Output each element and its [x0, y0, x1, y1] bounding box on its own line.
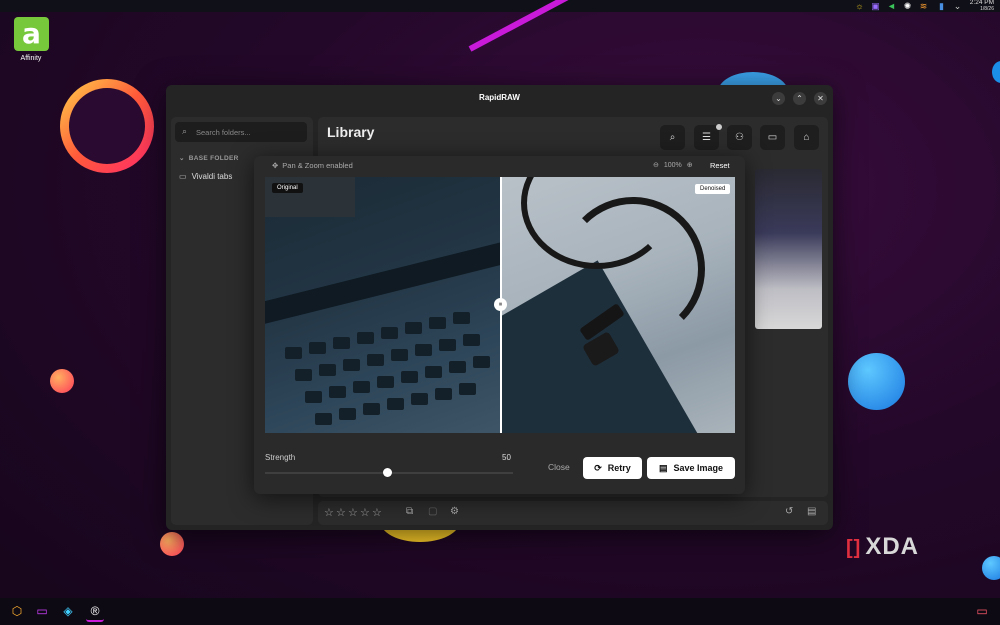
copy-icon[interactable]: ⧉ — [406, 506, 413, 517]
wallpaper-orange-ring — [60, 79, 154, 173]
taskbar: ⬡ ▭ ◈ ® ▭ — [0, 598, 1000, 625]
battery-icon[interactable]: ▮ — [936, 1, 947, 11]
compare-handle[interactable]: ⏸ — [494, 298, 507, 311]
window-title: RapidRAW — [479, 93, 520, 102]
clock[interactable]: 2:24 PM 1/8/26 — [970, 0, 994, 12]
move-icon: ✥ — [272, 161, 279, 170]
stacks-app-icon[interactable]: ◈ — [59, 602, 77, 620]
affinity-logo-icon: a — [22, 17, 41, 50]
zoom-in-icon[interactable]: ⊕ — [687, 162, 693, 169]
zoom-out-icon[interactable]: ⊖ — [653, 162, 659, 169]
home-icon[interactable]: ⌂ — [794, 125, 819, 150]
rapidraw-taskbar-icon[interactable]: ® — [86, 602, 104, 622]
star-icon[interactable]: ☆ — [360, 506, 370, 519]
wallpaper-blue-dot-top — [992, 61, 1000, 83]
denoised-tag: Denoised — [695, 184, 731, 194]
original-image-pane[interactable]: Original — [265, 177, 501, 433]
sun-icon[interactable]: ☼ — [854, 1, 865, 11]
volume-icon[interactable]: ◄ — [886, 1, 897, 11]
folder-icon: ▭ — [179, 172, 187, 181]
search-folders-field[interactable]: ⌕ Search folders... — [175, 122, 307, 142]
wallpaper-blue-dot — [982, 556, 1000, 580]
search-icon[interactable]: ⌕ — [660, 125, 685, 150]
clipboard-icon[interactable]: ▣ — [870, 1, 881, 11]
strength-value: 50 — [502, 453, 511, 462]
base-folder-label: BASE FOLDER — [188, 155, 239, 162]
image-thumbnail[interactable] — [755, 169, 822, 329]
floppy-icon: ▤ — [658, 462, 668, 473]
base-folder-header[interactable]: ⌄ BASE FOLDER — [179, 154, 239, 162]
affinity-desktop-icon[interactable]: a — [14, 17, 49, 51]
chevron-down-icon[interactable]: ⌄ — [952, 1, 963, 11]
notification-dot — [716, 124, 722, 130]
close-icon[interactable]: ✕ — [814, 92, 827, 105]
pan-zoom-status: ✥ Pan & Zoom enabled — [272, 161, 353, 170]
star-icon[interactable]: ☆ — [336, 506, 346, 519]
affinity-desktop-label: Affinity — [20, 55, 42, 62]
brightness-icon[interactable]: ✺ — [902, 1, 913, 11]
refresh-icon: ⟳ — [594, 462, 602, 473]
zoom-level: 100% — [663, 162, 682, 169]
star-icon[interactable]: ☆ — [348, 506, 358, 519]
pause-icon: ⏸ — [498, 301, 503, 308]
denoise-modal: ✥ Pan & Zoom enabled ⊖ 100% ⊕ Reset Origina… — [254, 156, 745, 494]
chevron-down-icon: ⌄ — [179, 155, 185, 162]
strength-slider-handle[interactable] — [383, 468, 392, 477]
save-image-button[interactable]: ▤ Save Image — [647, 457, 735, 479]
star-icon[interactable]: ☆ — [324, 506, 334, 519]
minimize-icon[interactable]: ⌄ — [772, 92, 785, 105]
system-top-bar: ☼ ▣ ◄ ✺ ≋ ▮ ⌄ 2:24 PM 1/8/26 — [0, 0, 1000, 12]
strength-label: Strength — [265, 453, 296, 462]
pan-zoom-label: Pan & Zoom enabled — [282, 161, 353, 170]
file-manager-icon[interactable]: ▭ — [33, 602, 51, 620]
zoom-controls: ⊖ 100% ⊕ — [653, 161, 693, 169]
people-icon[interactable]: ⚇ — [727, 125, 752, 150]
xda-watermark: [] XDA — [846, 533, 919, 561]
save-image-label: Save Image — [673, 463, 724, 473]
wallpaper-orange-dot — [50, 369, 74, 393]
clock-date: 1/8/26 — [980, 6, 994, 12]
search-icon: ⌕ — [182, 126, 188, 136]
close-button[interactable]: Close — [548, 462, 570, 472]
star-icon[interactable]: ☆ — [372, 506, 382, 519]
sidebar-item-vivaldi-tabs[interactable]: ▭ Vivaldi tabs — [179, 172, 232, 181]
sliders-icon[interactable]: ☰ — [694, 125, 719, 150]
denoised-image-pane[interactable]: Denoised — [501, 177, 735, 433]
show-desktop-icon[interactable]: ▭ — [973, 602, 991, 620]
xda-logo-icon: [] — [846, 537, 862, 559]
folder-label: Vivaldi tabs — [191, 172, 233, 181]
maximize-icon[interactable]: ⌃ — [793, 92, 806, 105]
search-placeholder: Search folders... — [196, 128, 251, 137]
retry-label: Retry — [607, 463, 631, 473]
wallpaper-orange-dot-2 — [160, 532, 184, 556]
original-tag: Original — [272, 183, 303, 193]
folder-icon[interactable]: ▭ — [760, 125, 785, 150]
wifi-icon[interactable]: ≋ — [918, 1, 929, 11]
retry-button[interactable]: ⟳ Retry — [583, 457, 642, 479]
wallpaper-blue-sphere — [848, 353, 905, 410]
paste-icon[interactable]: ▢ — [428, 506, 437, 517]
app-launcher-icon[interactable]: ⬡ — [8, 602, 26, 620]
reset-zoom-button[interactable]: Reset — [710, 161, 730, 170]
xda-text: XDA — [865, 533, 919, 560]
keyboard-area — [265, 307, 501, 433]
library-title: Library — [327, 124, 375, 140]
undo-icon[interactable]: ↺ — [785, 506, 793, 517]
settings-icon[interactable]: ⚙ — [450, 506, 459, 517]
save-icon[interactable]: ▤ — [807, 506, 816, 517]
bottom-toolbar: ☆ ☆ ☆ ☆ ☆ ⧉ ▢ ⚙ ↺ ▤ — [318, 501, 828, 525]
